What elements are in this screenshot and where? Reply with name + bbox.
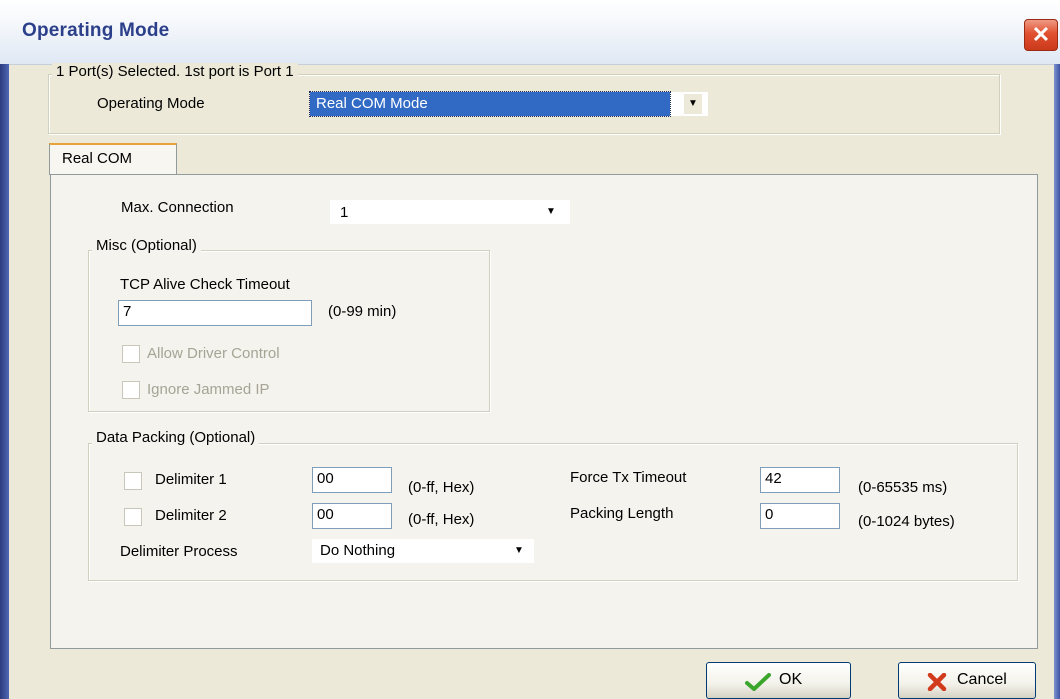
tab-real-com[interactable]: Real COM xyxy=(49,143,177,175)
operating-mode-selected: Real COM Mode xyxy=(309,91,671,117)
tab-real-com-label: Real COM xyxy=(62,150,133,167)
chevron-down-icon[interactable]: ▼ xyxy=(684,94,702,114)
max-connection-value: 1 xyxy=(340,204,349,221)
allow-driver-control-label: Allow Driver Control xyxy=(147,345,280,362)
operating-mode-value: Real COM Mode xyxy=(316,95,428,112)
window-border-left xyxy=(0,64,9,699)
chevron-down-icon[interactable]: ▼ xyxy=(542,202,560,222)
ignore-jammed-ip-checkbox[interactable] xyxy=(122,381,140,399)
port-selection-caption: 1 Port(s) Selected. 1st port is Port 1 xyxy=(52,63,298,80)
force-tx-input[interactable]: 42 xyxy=(760,467,840,493)
cancel-x-icon xyxy=(927,673,947,691)
force-tx-value: 42 xyxy=(765,470,782,487)
delimiter1-label: Delimiter 1 xyxy=(155,471,227,488)
misc-group-title: Misc (Optional) xyxy=(92,237,201,254)
close-icon: ✕ xyxy=(1031,22,1051,47)
checkmark-icon xyxy=(745,673,771,691)
force-tx-unit: (0-65535 ms) xyxy=(858,479,948,496)
delimiter2-label: Delimiter 2 xyxy=(155,507,227,524)
delimiter1-input[interactable]: 00 xyxy=(312,467,392,493)
force-tx-label: Force Tx Timeout xyxy=(570,469,687,486)
ok-button[interactable]: OK xyxy=(706,662,851,699)
tcp-alive-input[interactable]: 7 xyxy=(118,300,312,326)
max-connection-select[interactable]: 1 ▼ xyxy=(330,200,570,224)
delimiter-process-label: Delimiter Process xyxy=(120,543,238,560)
data-packing-group-title: Data Packing (Optional) xyxy=(92,429,260,446)
data-packing-group xyxy=(88,443,1018,581)
delimiter2-unit: (0-ff, Hex) xyxy=(408,511,475,528)
tcp-alive-label: TCP Alive Check Timeout xyxy=(120,276,290,293)
delimiter-process-select[interactable]: Do Nothing ▼ xyxy=(312,539,534,563)
delimiter-process-value: Do Nothing xyxy=(320,542,396,559)
packing-length-input[interactable]: 0 xyxy=(760,503,840,529)
max-connection-label: Max. Connection xyxy=(121,199,234,216)
delimiter2-checkbox[interactable] xyxy=(124,508,142,526)
window-border-right xyxy=(1054,64,1060,699)
delimiter1-checkbox[interactable] xyxy=(124,472,142,490)
ok-label: OK xyxy=(779,671,803,688)
delimiter2-input[interactable]: 00 xyxy=(312,503,392,529)
packing-length-unit: (0-1024 bytes) xyxy=(858,513,955,530)
packing-length-label: Packing Length xyxy=(570,505,674,522)
window-title: Operating Mode xyxy=(22,20,170,41)
tcp-alive-value: 7 xyxy=(123,303,132,320)
delimiter1-unit: (0-ff, Hex) xyxy=(408,479,475,496)
cancel-button[interactable]: Cancel xyxy=(898,662,1036,699)
ignore-jammed-ip-label: Ignore Jammed IP xyxy=(147,381,270,398)
close-button[interactable]: ✕ xyxy=(1024,19,1058,51)
chevron-down-icon[interactable]: ▼ xyxy=(510,541,528,561)
tcp-alive-unit: (0-99 min) xyxy=(328,303,397,320)
delimiter1-value: 00 xyxy=(317,470,334,487)
operating-mode-label: Operating Mode xyxy=(97,95,205,112)
cancel-label: Cancel xyxy=(957,671,1007,688)
delimiter2-value: 00 xyxy=(317,506,334,523)
allow-driver-control-checkbox[interactable] xyxy=(122,345,140,363)
operating-mode-select[interactable]: Real COM Mode ▼ xyxy=(309,91,708,117)
packing-length-value: 0 xyxy=(765,506,774,523)
